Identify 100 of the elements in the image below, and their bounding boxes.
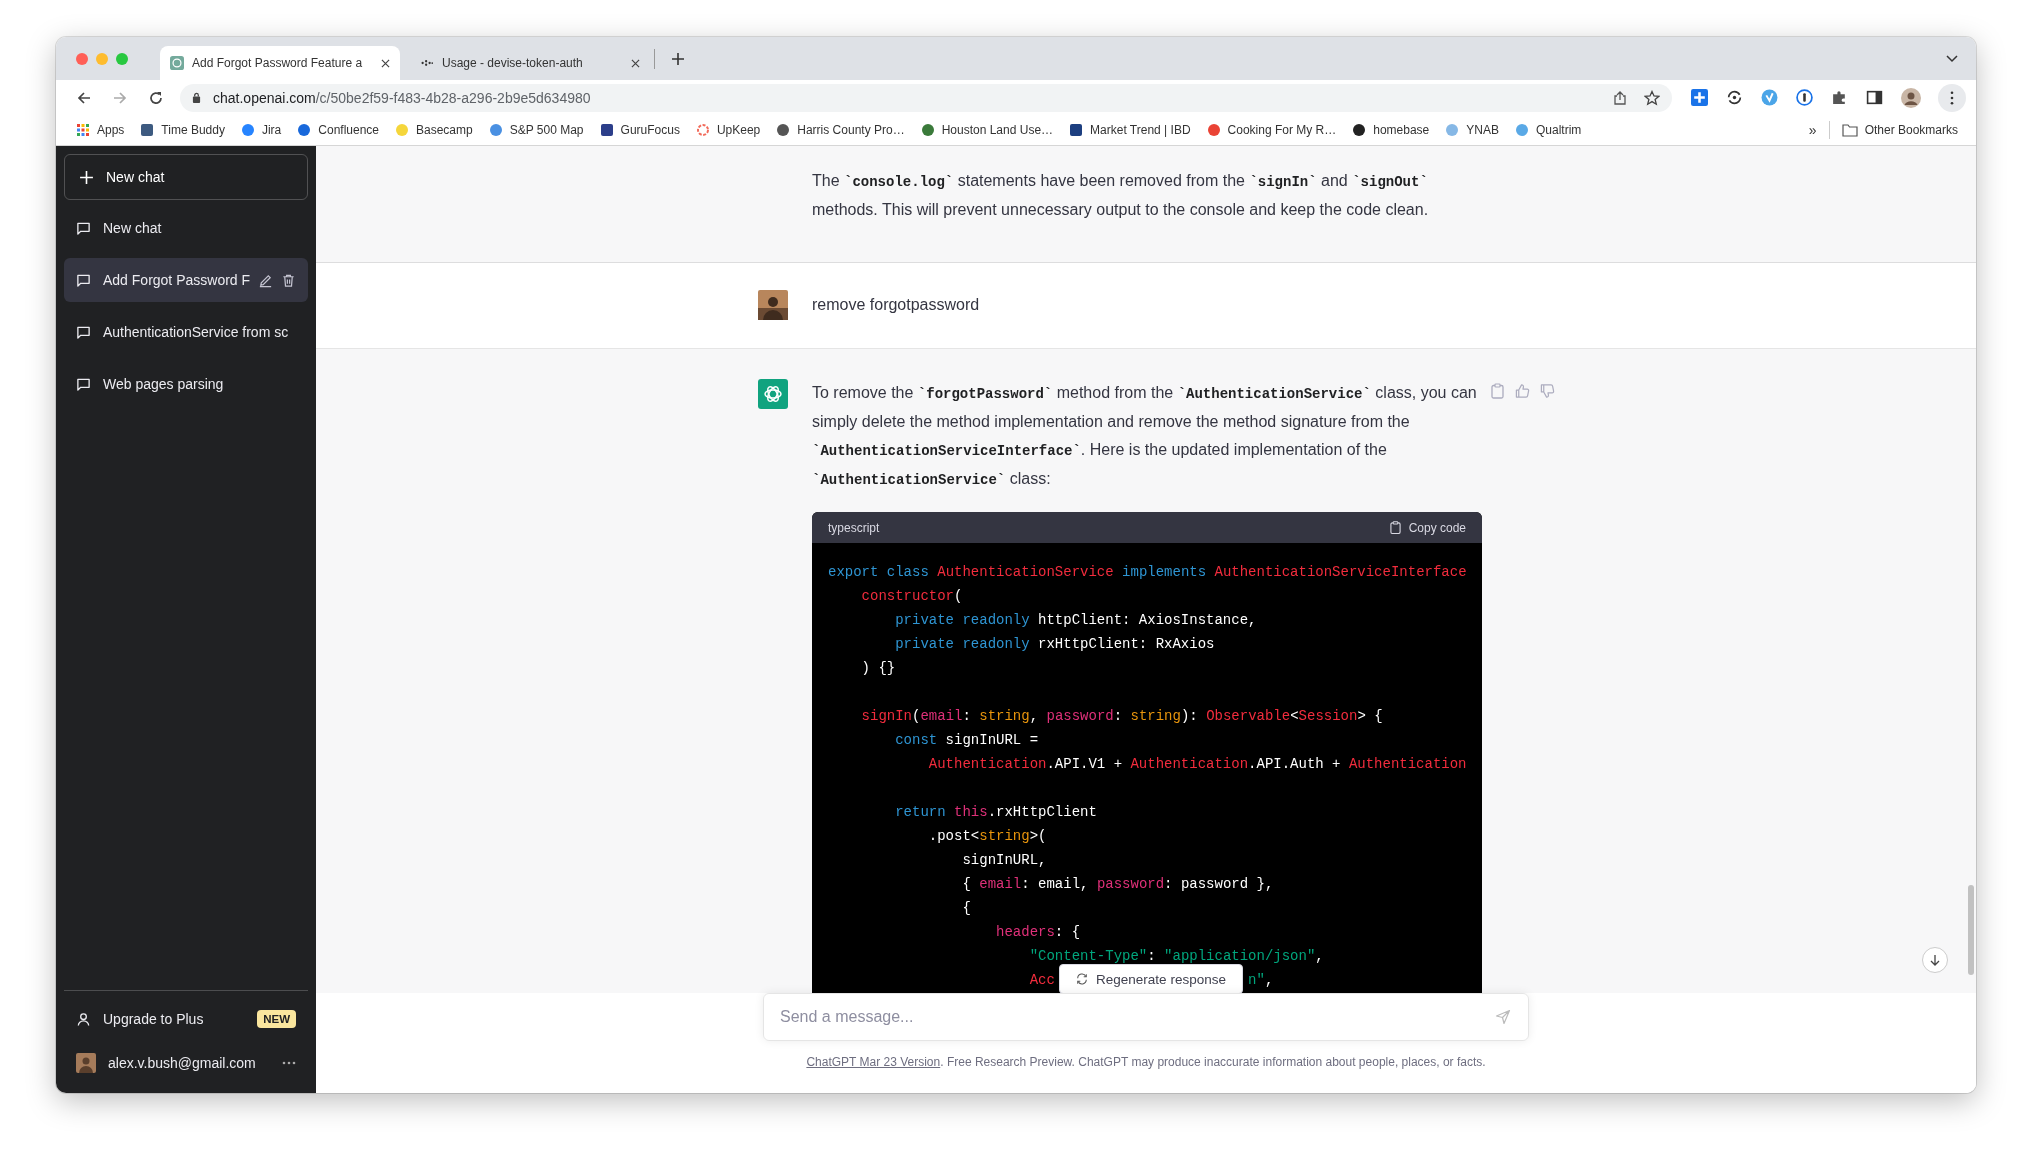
account-menu[interactable]: alex.v.bush@gmail.com [64, 1041, 308, 1085]
clipboard-icon [1389, 521, 1401, 534]
site-icon [920, 123, 935, 137]
close-icon[interactable] [381, 58, 390, 68]
bookmark[interactable]: Houston Land Use… [912, 123, 1062, 137]
message-text: remove forgotpassword [812, 295, 981, 315]
plus-icon[interactable] [1691, 89, 1708, 106]
sync-icon[interactable] [1726, 89, 1743, 106]
bookmark[interactable]: Qualtrim [1507, 123, 1590, 137]
bookmark[interactable]: GuruFocus [591, 123, 688, 137]
copy-code-button[interactable]: Copy code [1389, 520, 1466, 535]
code-line: .post<string>( [927, 827, 1048, 846]
folder-icon [1841, 123, 1858, 137]
disclaimer-text: . Free Research Preview. ChatGPT may produce inaccurate information about people, places, or facts. [940, 1055, 1486, 1069]
code-line: constructor( [860, 587, 964, 606]
puzzle-icon[interactable] [1831, 89, 1848, 106]
arrow-down-icon [1929, 954, 1941, 966]
code-line: export class AuthenticationService implements AuthenticationServiceInterface [828, 563, 1468, 582]
chevron-down-icon[interactable] [1946, 54, 1958, 63]
bookmark[interactable]: YNAB [1437, 123, 1507, 137]
more-bookmarks-button[interactable]: » [1800, 122, 1825, 138]
code-line: { [961, 899, 972, 918]
scrollbar-thumb[interactable] [1968, 885, 1974, 975]
site-icon [395, 123, 409, 137]
code-line: "Content-Type": "application/json", [1028, 947, 1325, 966]
bookmark[interactable]: Market Trend | IBD [1061, 123, 1199, 137]
sidebar-icon[interactable] [1866, 89, 1883, 106]
bookmark[interactable]: Basecamp [387, 123, 481, 137]
close-icon[interactable] [631, 58, 640, 68]
trash-icon[interactable] [281, 272, 296, 288]
browser-tab[interactable]: Usage - devise-token-auth [410, 46, 650, 80]
address-bar[interactable]: chat.openai.com/c/50be2f59-f483-4b28-a296-2b9e5d634980 [180, 83, 1672, 112]
refresh-icon [1076, 973, 1089, 985]
avatar-icon[interactable] [1901, 87, 1921, 108]
bookmark[interactable]: Time Buddy [132, 123, 233, 137]
code-line: { email: email, password: password }, [961, 875, 1275, 894]
message-text: The `console.log` statements have been removed from the `signIn` and `signOut` methods. This will prevent unnecessary output to the console and keep the code clean. [812, 171, 1430, 220]
code-line: private readonly httpClient: AxiosInstance, [894, 611, 1258, 630]
site-icon [1206, 123, 1221, 137]
bookmark[interactable]: Apps [68, 123, 133, 137]
check-circle-icon[interactable] [1761, 89, 1778, 106]
pencil-icon[interactable] [258, 272, 273, 288]
regenerate-button[interactable]: Regenerate response [1059, 964, 1243, 994]
bookmark-folder[interactable]: Other Bookmarks [1833, 123, 1966, 137]
browser-tab[interactable]: Add Forgot Password Feature a [160, 46, 400, 80]
chat-bubble-icon [76, 376, 91, 392]
site-icon [1515, 123, 1529, 137]
site-icon [776, 123, 791, 137]
chat-bubble-icon [76, 220, 91, 236]
code-line: Acc [1028, 971, 1055, 990]
bookmark[interactable]: homebase [1344, 123, 1438, 137]
site-icon [599, 123, 614, 137]
code-line: ) {} [860, 659, 897, 678]
site-icon [1445, 123, 1460, 137]
code-line: const signInURL = [894, 731, 1040, 750]
code-line: private readonly rxHttpClient: RxAxios [894, 635, 1216, 654]
message-text: To remove the `forgotPassword` method from the `AuthenticationService` class, you can simply delete the method implementation and remove the method signature from the `AuthenticationServiceInterface`. Here is the updated implementation of the `AuthenticationService` class: [812, 383, 1478, 490]
site-icon [170, 56, 184, 70]
bookmark[interactable]: Confluence [289, 123, 387, 137]
site-icon [695, 123, 710, 137]
chat-item[interactable]: New chat [64, 206, 308, 250]
more-icon[interactable] [282, 1061, 296, 1065]
bookmark[interactable]: S&P 500 Map [480, 123, 592, 137]
avatar-icon [76, 1053, 96, 1073]
thumbs-down-icon[interactable] [1540, 383, 1555, 399]
code-line: signInURL, [961, 851, 1048, 870]
thumbs-up-icon[interactable] [1515, 383, 1530, 399]
assistant-logo-icon [758, 379, 788, 409]
clipboard-icon[interactable] [1490, 383, 1505, 399]
site-icon [140, 123, 155, 137]
new-badge: NEW [257, 1010, 296, 1028]
plus-icon [79, 169, 94, 185]
star-icon[interactable] [1644, 89, 1660, 106]
new-tab-icon[interactable] [671, 51, 685, 66]
bookmark[interactable]: UpKeep [687, 123, 769, 137]
lock-icon [192, 92, 201, 103]
code-language: typescript [828, 520, 880, 535]
code-line: return this.rxHttpClient [894, 803, 1098, 822]
code-line: Authentication.API.V1 + Authentication.API.Auth + Authentication [927, 755, 1468, 774]
new-chat-button[interactable]: New chat [64, 154, 308, 200]
chat-bubble-icon [76, 272, 91, 288]
site-icon [240, 123, 255, 137]
chat-item[interactable]: Web pages parsing [64, 362, 308, 406]
user-icon [76, 1011, 91, 1027]
bookmark[interactable]: Cooking For My R… [1198, 123, 1345, 137]
bookmark[interactable]: Harris County Pro… [768, 123, 913, 137]
upgrade-button[interactable]: Upgrade to Plus NEW [64, 997, 308, 1041]
code-line: n", [1248, 971, 1274, 990]
site-icon [1069, 123, 1084, 137]
chat-bubble-icon [76, 324, 91, 340]
chat-item[interactable]: AuthenticationService from sc [64, 310, 308, 354]
share-icon[interactable] [1612, 89, 1628, 106]
site-icon [1352, 123, 1367, 137]
site-icon [297, 123, 312, 137]
bookmark[interactable]: Jira [232, 123, 290, 137]
chat-item[interactable]: Add Forgot Password F [64, 258, 308, 302]
code-line: headers: { [995, 923, 1082, 942]
grid-icon [76, 123, 90, 137]
code-line: signIn(email: string, password: string): Observable<Session> { [860, 707, 1384, 726]
site-icon [488, 123, 503, 137]
